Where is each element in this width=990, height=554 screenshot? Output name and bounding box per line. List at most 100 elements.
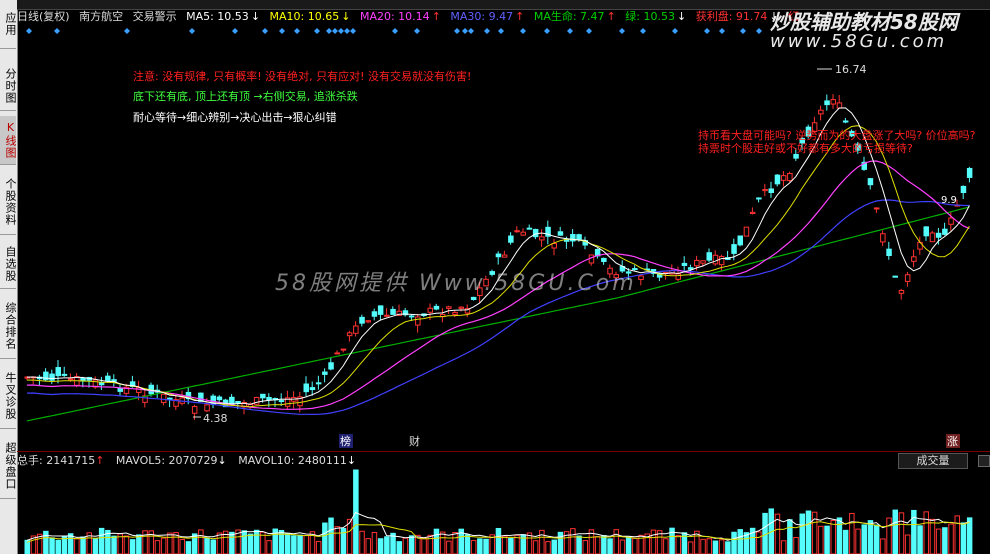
- candle: [266, 396, 272, 401]
- volume-bar: [886, 517, 892, 554]
- candle: [61, 373, 68, 376]
- candle: [415, 316, 421, 326]
- candle: [638, 275, 644, 280]
- candle: [935, 232, 942, 238]
- mavol10-value: MAVOL10: 2480111: [238, 454, 347, 467]
- tab-stock-profile[interactable]: 个股资料: [0, 170, 17, 235]
- volume-bar: [501, 535, 508, 554]
- signal-diamond: [468, 28, 474, 34]
- tab-watchlist[interactable]: 自选股: [0, 240, 17, 289]
- volume-bar: [483, 538, 489, 554]
- candle: [322, 371, 328, 375]
- volume-bar: [960, 522, 967, 554]
- ma10-value: MA10: 10.65: [269, 10, 340, 23]
- volume-bar: [477, 538, 483, 554]
- candle: [235, 400, 241, 404]
- candle: [551, 242, 557, 249]
- signal-diamond: [544, 28, 550, 34]
- candle: [892, 275, 898, 278]
- tab-kline[interactable]: K线图: [0, 116, 17, 165]
- candle: [427, 307, 433, 313]
- volume-bar: [818, 525, 824, 554]
- volume-bar: [353, 469, 359, 554]
- volume-bar: [799, 513, 805, 554]
- tab-diagnosis[interactable]: 牛叉诊股: [0, 364, 17, 429]
- arrow-up-icon: ↑: [515, 10, 525, 23]
- candle: [458, 306, 464, 309]
- volume-bar: [805, 510, 812, 554]
- volume-bar: [408, 535, 415, 554]
- volume-bar: [210, 539, 216, 554]
- volume-bar: [191, 533, 198, 554]
- indicator-name[interactable]: 交易警示: [133, 10, 177, 23]
- candle: [532, 228, 539, 238]
- volume-bar: [160, 537, 167, 554]
- volume-bar: [737, 529, 743, 554]
- signal-diamond: [498, 28, 504, 34]
- candle: [917, 241, 923, 250]
- volume-bar: [706, 538, 712, 554]
- period-label[interactable]: 日线(复权): [17, 10, 70, 23]
- stock-name: 南方航空: [79, 10, 124, 23]
- volume-bar: [545, 541, 551, 554]
- candle: [377, 305, 384, 315]
- ma-life-line: [26, 206, 970, 422]
- volume-bar: [129, 539, 136, 554]
- panel-toggle-button[interactable]: [978, 455, 990, 467]
- volume-bar: [663, 538, 669, 554]
- candle: [105, 375, 111, 382]
- tab-ranking[interactable]: 综合排名: [0, 294, 17, 359]
- volume-bar: [266, 540, 272, 554]
- signal-diamond: [189, 28, 195, 34]
- candle: [787, 172, 793, 182]
- candle: [501, 254, 508, 258]
- volume-bar: [216, 532, 223, 554]
- volume-bar: [439, 531, 446, 554]
- tab-intraday[interactable]: 分时图: [0, 62, 17, 111]
- volume-bar: [873, 524, 880, 554]
- volume-bar: [470, 540, 477, 554]
- arrow-up-icon: ↑: [95, 454, 105, 467]
- candle: [712, 254, 719, 265]
- candle: [371, 311, 378, 317]
- event-flag-bang-label: 榜: [340, 434, 351, 448]
- volume-bar: [297, 534, 303, 554]
- volume-bar: [836, 517, 843, 554]
- tab-apps[interactable]: 应用: [0, 0, 17, 49]
- candle: [942, 228, 948, 235]
- volume-panel[interactable]: [17, 469, 990, 554]
- candle: [929, 232, 936, 243]
- volume-bar: [551, 539, 557, 554]
- volume-bar: [929, 518, 936, 554]
- volume-indicator-select[interactable]: 成交量: [898, 453, 968, 469]
- volume-bar: [464, 534, 471, 554]
- volume-bar: [830, 519, 836, 554]
- volume-bar: [359, 530, 365, 554]
- candle: [694, 259, 700, 267]
- candle: [260, 393, 266, 399]
- signal-diamond: [414, 28, 420, 34]
- candle: [737, 235, 743, 246]
- volume-bar: [384, 536, 390, 554]
- candle: [278, 400, 285, 403]
- candle: [408, 315, 415, 318]
- candle: [675, 273, 681, 280]
- volume-bar: [371, 532, 378, 554]
- volume-bar: [55, 539, 61, 554]
- candle: [508, 235, 514, 243]
- volume-bar: [601, 535, 607, 554]
- tab-level2[interactable]: 超级盘口: [0, 434, 17, 499]
- volume-bar: [284, 532, 291, 554]
- arrow-down-icon: ↓: [250, 10, 261, 23]
- volume-bar: [582, 540, 588, 554]
- volume-bar: [495, 527, 502, 554]
- candle: [842, 120, 849, 123]
- volume-bar: [49, 537, 55, 554]
- top-right-watermark-url: www.58Gu.com: [770, 31, 948, 52]
- candle: [836, 102, 843, 109]
- candle: [601, 257, 607, 262]
- event-flag-cai-label[interactable]: 财: [409, 434, 420, 448]
- signal-diamond: [756, 28, 762, 34]
- candle: [191, 406, 198, 414]
- volume-bar: [892, 509, 898, 554]
